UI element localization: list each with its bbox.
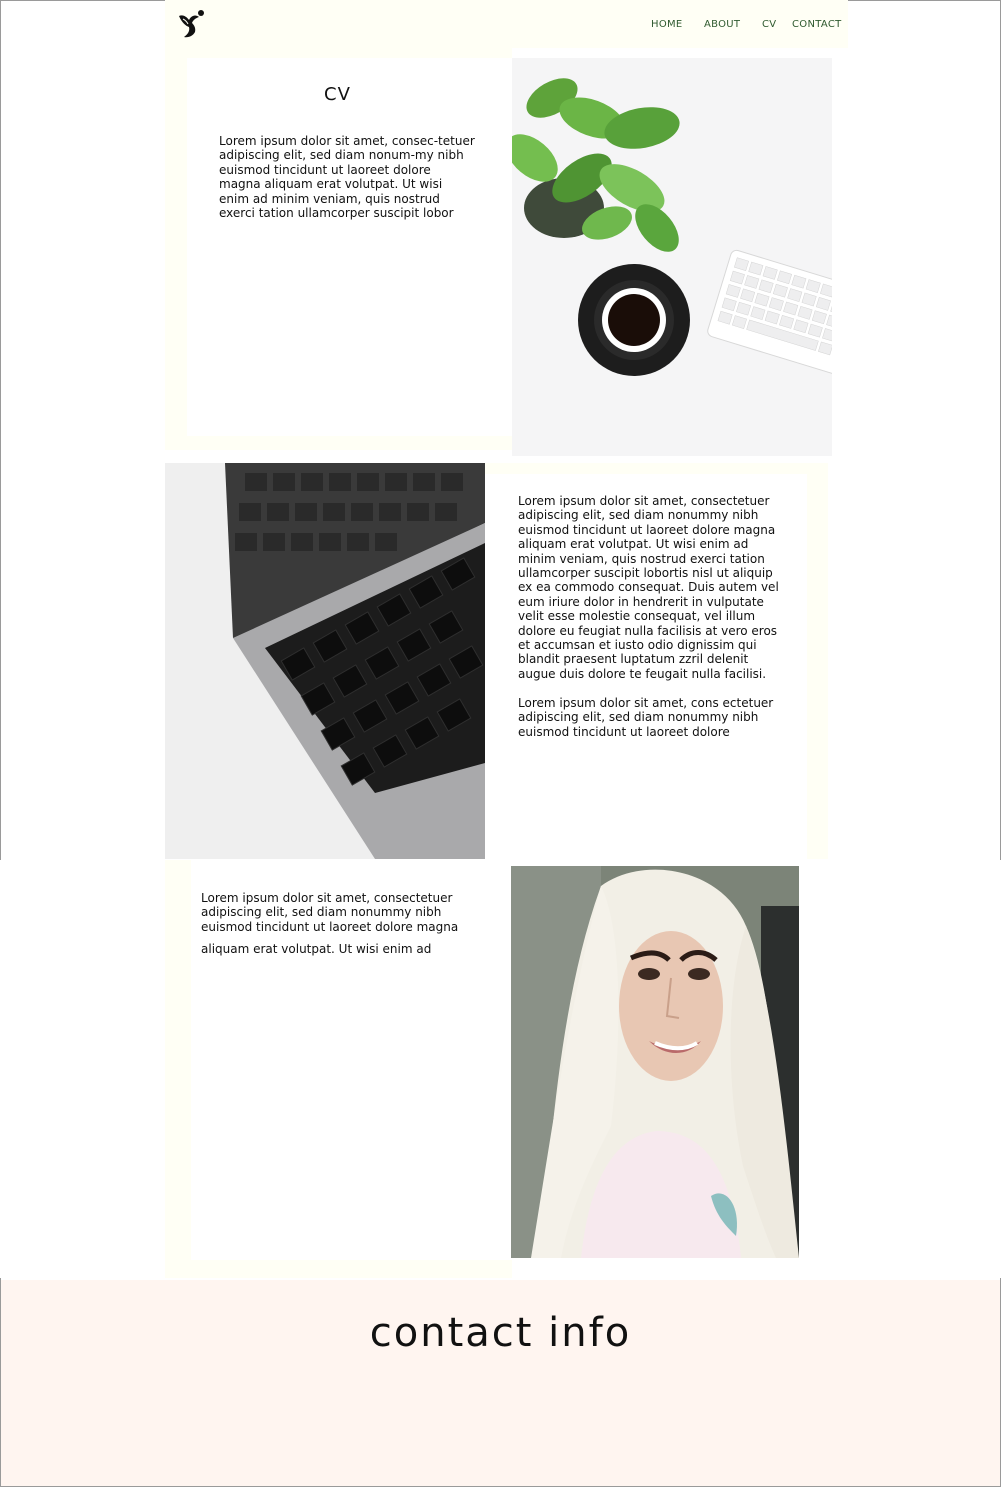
nav-about-link[interactable]: ABOUT: [704, 19, 740, 30]
contact-section: contact info: [1, 1280, 1000, 1486]
plant-coffee-keyboard-photo: [512, 58, 832, 456]
section-two-text: Lorem ipsum dolor sit amet, consectetuer…: [518, 494, 779, 681]
section-three-text-continued: aliquam erat volutpat. Ut wisi enim ad: [201, 942, 432, 956]
section-one-text: Lorem ipsum dolor sit amet, consec-tetue…: [219, 134, 475, 221]
cv-heading: CV: [324, 84, 351, 105]
portrait-photo: [511, 866, 799, 1258]
frame-left-line: [0, 0, 1, 860]
contact-heading: contact info: [369, 1310, 632, 1356]
laptop-keyboard-photo: [165, 463, 485, 859]
section-three-text: Lorem ipsum dolor sit amet, consectetuer…: [201, 891, 459, 934]
nav-cv-link[interactable]: CV: [762, 19, 776, 30]
nav-home-link[interactable]: HOME: [651, 19, 683, 30]
section-two-text-continued: Lorem ipsum dolor sit amet, cons ectetue…: [518, 696, 774, 739]
logo-icon[interactable]: [175, 8, 207, 40]
top-navigation: HOME ABOUT CV CONTACT: [165, 0, 848, 48]
section-one-panel: [187, 58, 512, 436]
nav-contact-link[interactable]: CONTACT: [792, 19, 842, 30]
